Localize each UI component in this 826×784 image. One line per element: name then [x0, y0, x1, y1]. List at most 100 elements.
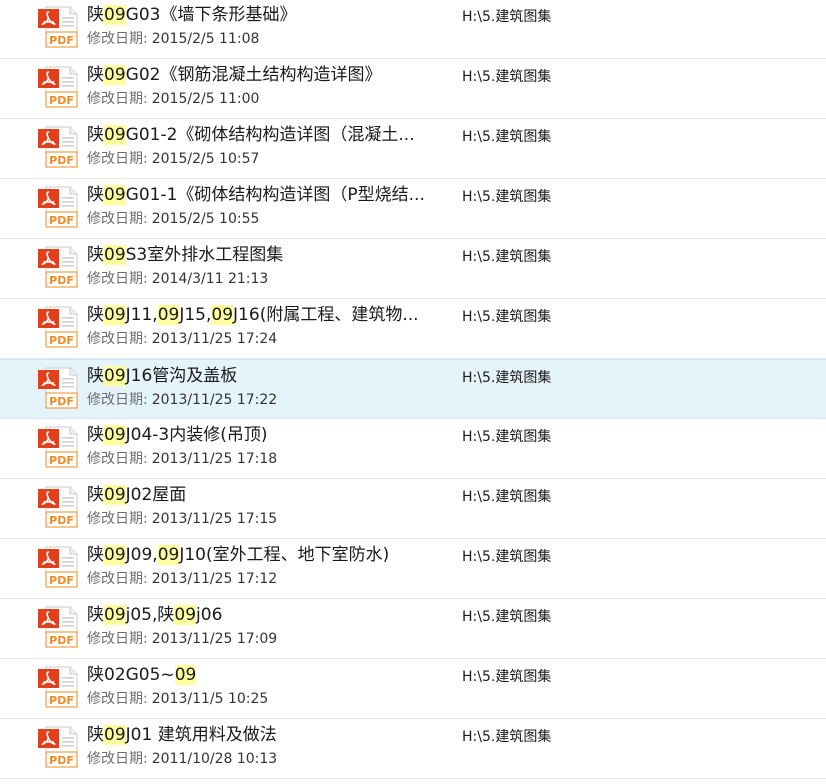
modified-date-line: 修改日期: 2011/10/28 10:13 — [87, 749, 277, 769]
result-row[interactable]: PDF 陕09J09,09J10(室外工程、地下室防水) 修改日期: 2013/11/… — [0, 539, 826, 599]
modified-date-line: 修改日期: 2015/2/5 10:55 — [87, 209, 259, 229]
file-location: H:\5.建筑图集 — [462, 249, 552, 265]
modified-date-label: 修改日期: — [87, 271, 148, 287]
file-location: H:\5.建筑图集 — [462, 549, 552, 565]
modified-date-line: 修改日期: 2015/2/5 11:08 — [87, 29, 259, 49]
file-name-part: 陕 — [87, 425, 104, 445]
modified-date-value: 2013/11/25 17:09 — [151, 631, 278, 647]
modified-date-line: 修改日期: 2013/11/25 17:09 — [87, 629, 277, 649]
file-name[interactable]: 陕02G05~09 — [87, 663, 447, 687]
file-name[interactable]: 陕09G03《墙下条形基础》 — [87, 3, 447, 27]
file-name[interactable]: 陕09J01 建筑用料及做法 — [87, 723, 447, 747]
result-row[interactable]: PDF 陕09J04-3内装修(吊顶) 修改日期: 2013/11/25 17:18 H… — [0, 419, 826, 479]
file-name[interactable]: 陕09J04-3内装修(吊顶) — [87, 423, 447, 447]
pdf-file-icon: PDF — [37, 366, 81, 410]
search-match-highlight: 09 — [104, 725, 126, 745]
result-row[interactable]: PDF 陕09G01-2《砌体结构构造详图（混凝土... 修改日期: 2015/2/5… — [0, 119, 826, 179]
search-match-highlight: 09 — [104, 305, 126, 325]
modified-date-line: 修改日期: 2015/2/5 11:00 — [87, 89, 259, 109]
file-location: H:\5.建筑图集 — [462, 669, 552, 685]
result-row[interactable]: PDF 陕09G03《墙下条形基础》 修改日期: 2015/2/5 11:08 H:\5… — [0, 0, 826, 59]
modified-date-value: 2013/11/25 17:15 — [151, 511, 278, 527]
result-row[interactable]: PDF 陕09J16管沟及盖板 修改日期: 2013/11/25 17:22 H:\5.… — [0, 359, 826, 419]
file-location: H:\5.建筑图集 — [462, 370, 552, 386]
file-location: H:\5.建筑图集 — [462, 429, 552, 445]
modified-date-value: 2013/11/5 10:25 — [151, 691, 269, 707]
modified-date-line: 修改日期: 2013/11/25 17:12 — [87, 569, 277, 589]
file-name-part: J04-3内装修(吊顶) — [125, 425, 268, 445]
pdf-file-icon: PDF — [37, 185, 81, 229]
modified-date-label: 修改日期: — [87, 631, 148, 647]
file-name-part: G03《墙下条形基础》 — [125, 5, 297, 25]
file-name-part: 陕 — [87, 545, 104, 565]
file-name[interactable]: 陕09G01-1《砌体结构构造详图（P型烧结... — [87, 183, 447, 207]
modified-date-value: 2013/11/25 17:22 — [151, 392, 278, 408]
result-row[interactable]: PDF 陕09J01 建筑用料及做法 修改日期: 2011/10/28 10:13 H:… — [0, 719, 826, 779]
modified-date-line: 修改日期: 2013/11/25 17:15 — [87, 509, 277, 529]
file-name-part: j06 — [196, 605, 223, 625]
file-name-part: J10(室外工程、地下室防水) — [179, 545, 390, 565]
modified-date-label: 修改日期: — [87, 31, 148, 47]
pdf-badge-text: PDF — [49, 154, 74, 167]
file-name-part: 陕 — [87, 605, 104, 625]
pdf-file-icon: PDF — [37, 545, 81, 589]
pdf-badge-text: PDF — [49, 94, 74, 107]
file-name-part: G01-1《砌体结构构造详图（P型烧结... — [125, 185, 425, 205]
file-name-part: J16(附属工程、建筑物... — [233, 305, 419, 325]
pdf-badge-text: PDF — [49, 454, 74, 467]
file-name-part: 陕 — [87, 125, 104, 145]
file-location: H:\5.建筑图集 — [462, 69, 552, 85]
modified-date-value: 2011/10/28 10:13 — [151, 751, 278, 767]
search-results-list: PDF 陕09G03《墙下条形基础》 修改日期: 2015/2/5 11:08 H:\5… — [0, 0, 826, 784]
pdf-badge-text: PDF — [49, 274, 74, 287]
file-name[interactable]: 陕09J02屋面 — [87, 483, 447, 507]
modified-date-label: 修改日期: — [87, 691, 148, 707]
modified-date-line: 修改日期: 2013/11/5 10:25 — [87, 689, 268, 709]
pdf-file-icon: PDF — [37, 5, 81, 49]
file-name-part: 陕 — [87, 245, 104, 265]
file-name[interactable]: 陕09J11,09J15,09J16(附属工程、建筑物... — [87, 303, 447, 327]
modified-date-label: 修改日期: — [87, 331, 148, 347]
search-match-highlight: 09 — [104, 185, 126, 205]
modified-date-value: 2015/2/5 10:57 — [151, 151, 260, 167]
result-row[interactable]: PDF 陕09J02屋面 修改日期: 2013/11/25 17:15 H:\5.建筑图… — [0, 479, 826, 539]
pdf-file-icon: PDF — [37, 65, 81, 109]
search-match-highlight: 09 — [104, 65, 126, 85]
search-match-highlight: 09 — [104, 125, 126, 145]
file-name-part: 陕 — [87, 725, 104, 745]
file-name[interactable]: 陕09G02《钢筋混凝土结构构造详图》 — [87, 63, 447, 87]
file-name[interactable]: 陕09J09,09J10(室外工程、地下室防水) — [87, 543, 447, 567]
file-name-part: J02屋面 — [125, 485, 187, 505]
file-name-part: J11, — [125, 305, 158, 325]
file-location: H:\5.建筑图集 — [462, 609, 552, 625]
modified-date-value: 2014/3/11 21:13 — [151, 271, 269, 287]
search-match-highlight: 09 — [174, 665, 197, 685]
file-name[interactable]: 陕09G01-2《砌体结构构造详图（混凝土... — [87, 123, 447, 147]
file-name-part: G01-2《砌体结构构造详图（混凝土... — [125, 125, 415, 145]
modified-date-line: 修改日期: 2013/11/25 17:22 — [87, 390, 277, 410]
file-name[interactable]: 陕09J16管沟及盖板 — [87, 364, 447, 388]
modified-date-value: 2013/11/25 17:24 — [151, 331, 278, 347]
result-row[interactable]: PDF 陕09S3室外排水工程图集修改日期: 2014/3/11 21:13 H:\5… — [0, 239, 826, 299]
file-name-part: 陕 — [87, 485, 104, 505]
pdf-file-icon: PDF — [37, 305, 81, 349]
file-name-part: 陕 — [87, 366, 104, 386]
result-row[interactable]: PDF 陕09j05,陕09j06 修改日期: 2013/11/25 17:09 H:\… — [0, 599, 826, 659]
modified-date-label: 修改日期: — [87, 392, 148, 408]
file-name-part: 陕 — [87, 5, 104, 25]
file-location: H:\5.建筑图集 — [462, 309, 552, 325]
pdf-badge-text: PDF — [49, 574, 74, 587]
result-row[interactable]: PDF 陕02G05~09 修改日期: 2013/11/5 10:25 H:\5.建筑图… — [0, 659, 826, 719]
file-name[interactable]: 陕09S3室外排水工程图集 — [87, 243, 447, 267]
file-name-part: J15, — [179, 305, 212, 325]
modified-date-value: 2013/11/25 17:12 — [151, 571, 278, 587]
result-row[interactable]: PDF 陕09G02《钢筋混凝土结构构造详图》 修改日期: 2015/2/5 11:0… — [0, 59, 826, 119]
file-name-part: G02《钢筋混凝土结构构造详图》 — [125, 65, 382, 85]
pdf-badge-text: PDF — [49, 694, 74, 707]
file-name[interactable]: 陕09j05,陕09j06 — [87, 603, 447, 627]
modified-date-label: 修改日期: — [87, 151, 148, 167]
pdf-file-icon: PDF — [37, 125, 81, 169]
file-location: H:\5.建筑图集 — [462, 9, 552, 25]
result-row[interactable]: PDF 陕09G01-1《砌体结构构造详图（P型烧结... 修改日期: 2015/2/… — [0, 179, 826, 239]
result-row[interactable]: PDF 陕09J11,09J15,09J16(附属工程、建筑物... 修改日期: 20… — [0, 299, 826, 359]
